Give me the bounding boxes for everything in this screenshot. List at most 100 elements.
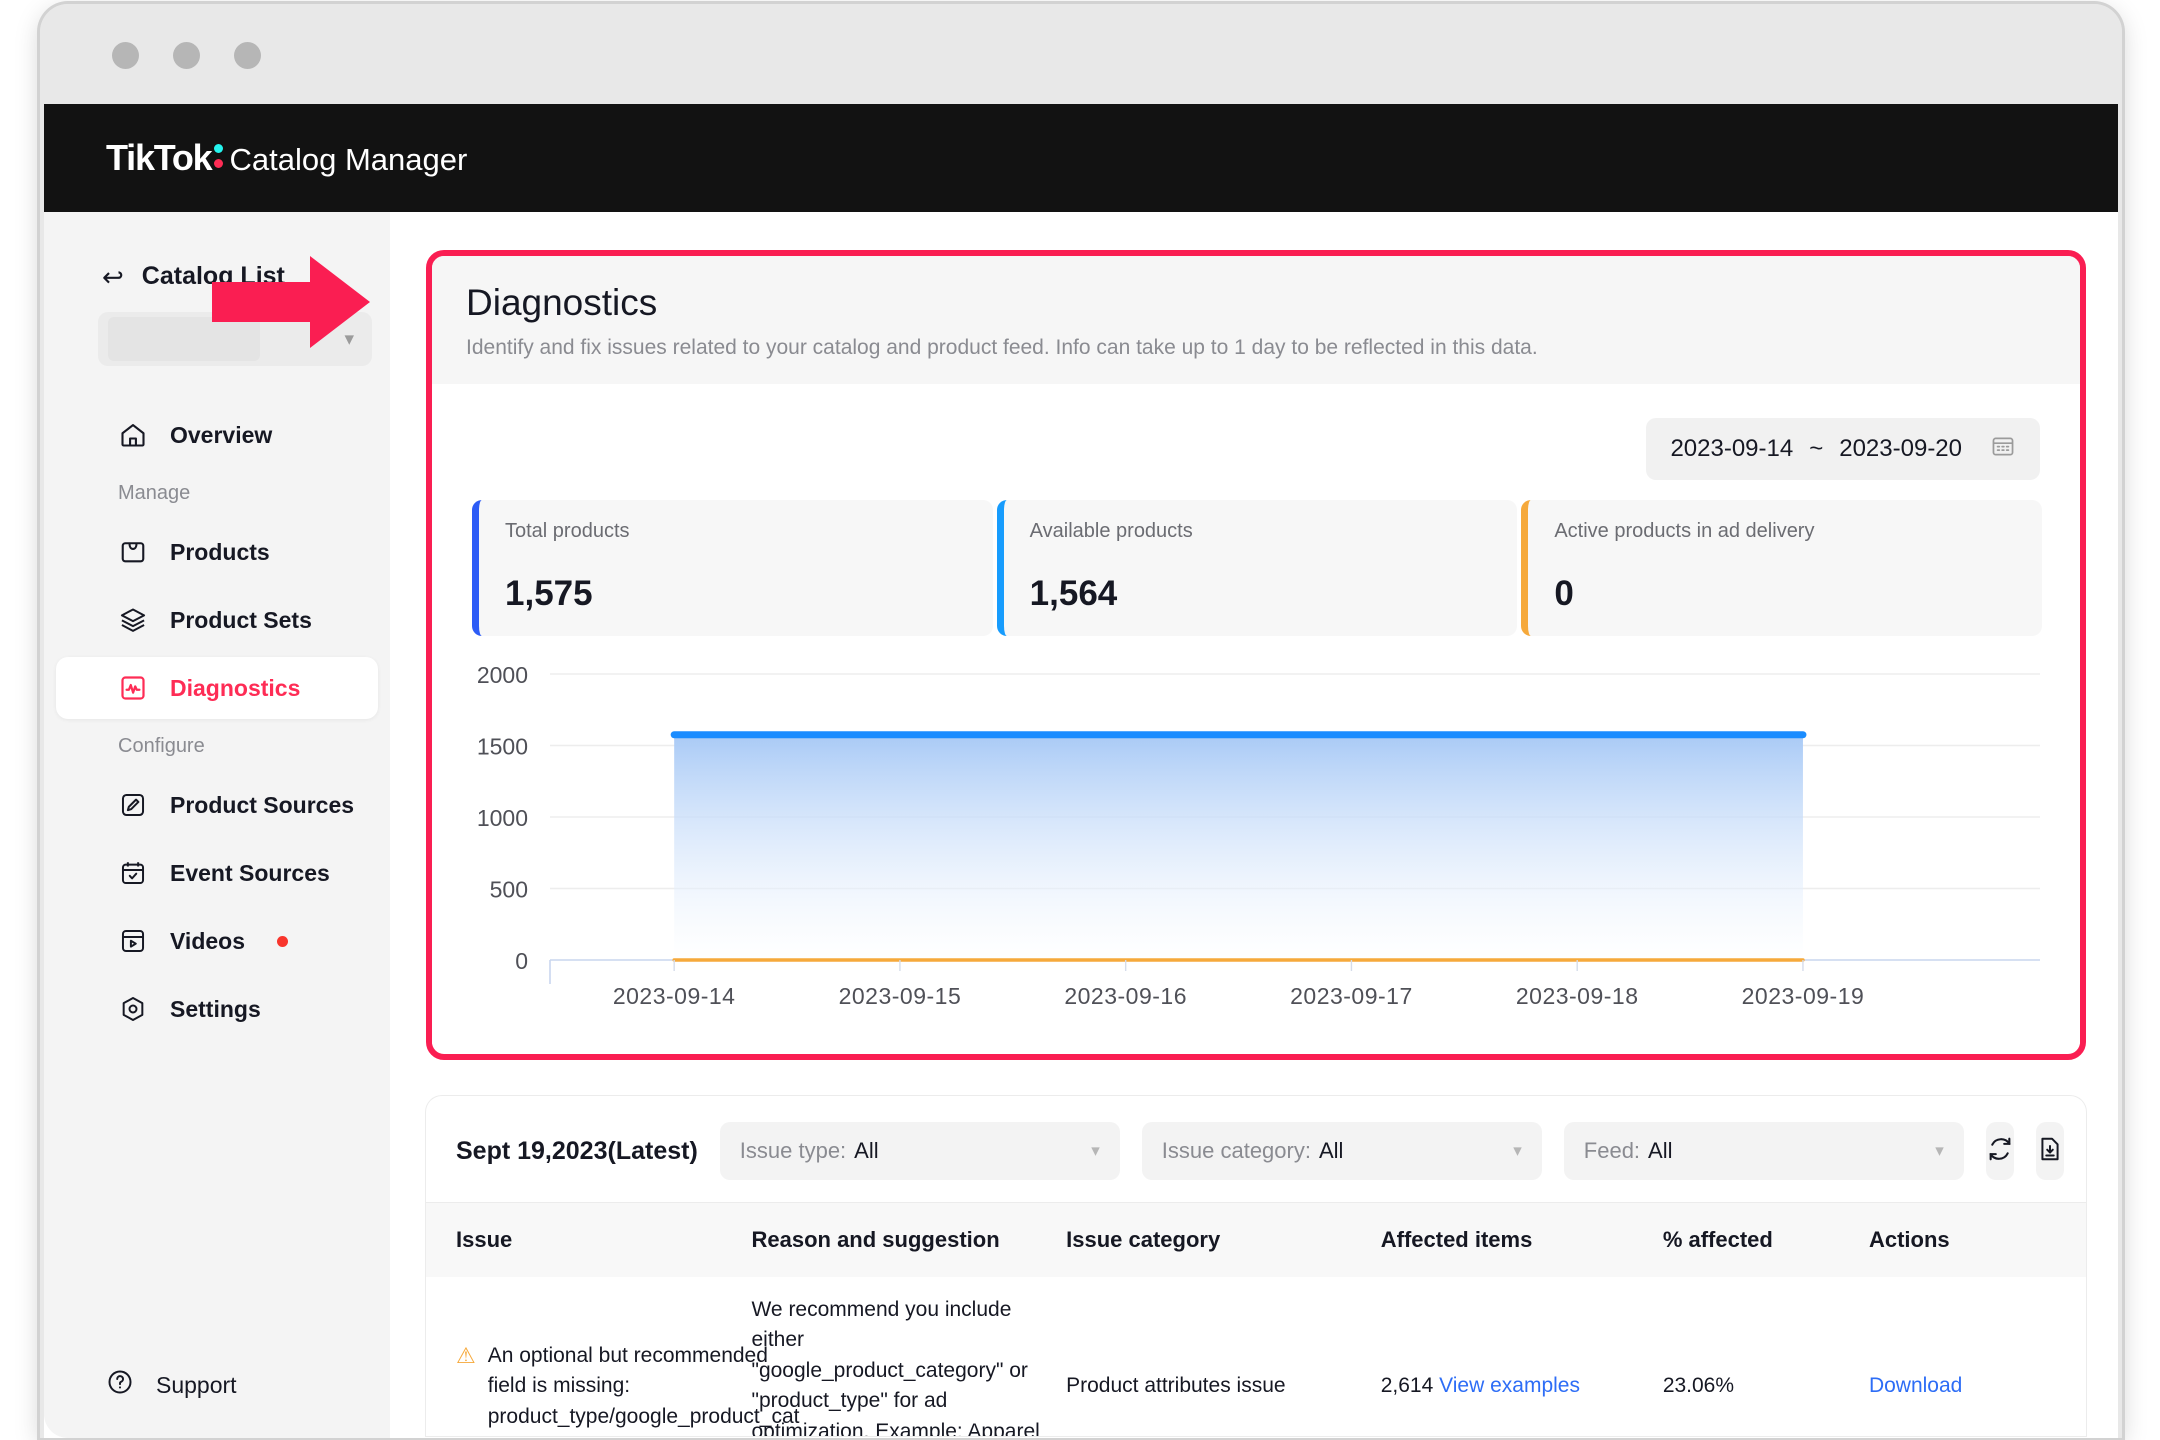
chart-svg: 0 500 1000 1500 2000 2023-09-14 2023-09-15 2023… bbox=[477, 662, 2040, 1009]
affected-items-count: 2,614 bbox=[1380, 1374, 1434, 1398]
column-header-affected-items: Affected items bbox=[1380, 1202, 1663, 1277]
x-axis-tick-label: 2023-09-17 bbox=[1290, 983, 1413, 1009]
cell-issue-category: Product attributes issue bbox=[1066, 1374, 1286, 1398]
cell-reason: We recommend you include either "google_… bbox=[751, 1298, 1040, 1436]
minimize-window-button[interactable] bbox=[173, 42, 200, 69]
sidebar-item-label: Product Sources bbox=[170, 791, 355, 818]
sidebar-item-diagnostics[interactable]: Diagnostics bbox=[56, 657, 378, 719]
pulse-icon bbox=[118, 673, 148, 703]
filter-label: Feed: bbox=[1583, 1138, 1641, 1163]
stat-card-value: 0 bbox=[1554, 574, 1574, 613]
issue-type-filter[interactable]: Issue type: All ▾ bbox=[719, 1122, 1120, 1180]
issue-category-filter[interactable]: Issue category: All ▾ bbox=[1141, 1122, 1542, 1180]
sidebar-item-label: Product Sets bbox=[170, 606, 312, 633]
maximize-window-button[interactable] bbox=[234, 42, 261, 69]
issues-table-section: Sept 19,2023(Latest) Issue type: All ▾ I… bbox=[426, 1096, 2086, 1436]
sidebar: ↩ Catalog List ▾ Overview Manage Product… bbox=[44, 212, 390, 1438]
app-name-label: Catalog Manager bbox=[229, 142, 468, 177]
catalog-selector-dropdown[interactable]: ▾ bbox=[98, 312, 372, 366]
app-body: ↩ Catalog List ▾ Overview Manage Product… bbox=[44, 212, 2118, 1438]
sidebar-item-label: Settings bbox=[170, 995, 261, 1022]
column-header-percent-affected: % affected bbox=[1662, 1202, 1869, 1277]
y-axis-tick-label: 0 bbox=[515, 948, 528, 974]
filter-label: Issue type: bbox=[739, 1138, 847, 1163]
sidebar-item-settings[interactable]: Settings bbox=[56, 978, 378, 1040]
products-over-time-chart: 0 500 1000 1500 2000 2023-09-14 2023-09-15 2023… bbox=[432, 660, 2080, 1030]
tiktok-colon-icon bbox=[212, 140, 226, 170]
sidebar-item-label: Event Sources bbox=[170, 859, 330, 886]
filter-value: All bbox=[1648, 1138, 1673, 1163]
export-button[interactable] bbox=[2035, 1122, 2064, 1180]
sidebar-item-overview[interactable]: Overview bbox=[56, 404, 378, 466]
video-icon bbox=[118, 926, 148, 956]
stat-card-value: 1,564 bbox=[1029, 574, 1118, 613]
filter-value: All bbox=[854, 1138, 879, 1163]
stat-card-active-products: Active products in ad delivery 0 bbox=[1521, 500, 2043, 636]
chevron-down-icon: ▾ bbox=[1513, 1141, 1522, 1160]
chevron-down-icon: ▾ bbox=[1935, 1141, 1944, 1160]
desktop-background: TikTok Catalog Manager ↩ Catalog List ▾ bbox=[0, 0, 2160, 1440]
refresh-icon bbox=[1986, 1135, 2014, 1168]
back-to-catalog-list[interactable]: ↩ Catalog List bbox=[102, 262, 285, 291]
stat-card-available-products: Available products 1,564 bbox=[996, 500, 1518, 636]
traffic-light-buttons bbox=[112, 42, 261, 69]
sidebar-item-product-sets[interactable]: Product Sets bbox=[56, 589, 378, 651]
panel-header: Diagnostics Identify and fix issues rela… bbox=[432, 256, 2080, 384]
latest-date-label: Sept 19,2023(Latest) bbox=[456, 1136, 698, 1165]
view-examples-link[interactable]: View examples bbox=[1439, 1374, 1580, 1397]
page-title: Diagnostics bbox=[466, 282, 658, 323]
date-range-start: 2023-09-14 bbox=[1670, 435, 1794, 462]
download-link[interactable]: Download bbox=[1869, 1374, 1962, 1397]
filter-value: All bbox=[1318, 1138, 1344, 1163]
stat-card-value: 1,575 bbox=[505, 574, 593, 613]
help-circle-icon bbox=[106, 1368, 134, 1402]
sidebar-group-manage: Manage bbox=[118, 482, 191, 504]
cell-actions: Download bbox=[1869, 1277, 2086, 1436]
date-range-separator: ~ bbox=[1809, 435, 1824, 462]
panel-body: 2023-09-14 ~ 2023-09-20 Total products 1… bbox=[432, 384, 2080, 1044]
column-header-actions: Actions bbox=[1868, 1202, 2086, 1277]
column-header-issue-category: Issue category bbox=[1066, 1202, 1381, 1277]
sidebar-item-support[interactable]: Support bbox=[44, 1368, 237, 1402]
sidebar-item-label: Products bbox=[170, 538, 270, 565]
chart-area-0 bbox=[674, 734, 1803, 960]
back-arrow-icon: ↩ bbox=[102, 261, 124, 292]
sidebar-item-product-sources[interactable]: Product Sources bbox=[56, 774, 378, 836]
bag-icon bbox=[118, 537, 148, 567]
x-axis-tick-label: 2023-09-15 bbox=[839, 983, 962, 1009]
cell-percent-affected: 23.06% bbox=[1662, 1374, 1735, 1398]
x-axis-tick-label: 2023-09-16 bbox=[1064, 983, 1187, 1009]
browser-window: TikTok Catalog Manager ↩ Catalog List ▾ bbox=[40, 4, 2122, 1438]
filter-label: Issue category: bbox=[1161, 1138, 1311, 1163]
column-header-issue: Issue bbox=[426, 1202, 752, 1277]
window-titlebar bbox=[40, 4, 2122, 104]
table-row: ⚠ An optional but recommended field is m… bbox=[426, 1277, 2086, 1436]
sidebar-item-label: Videos bbox=[170, 927, 245, 954]
refresh-button[interactable] bbox=[1985, 1122, 2014, 1180]
close-window-button[interactable] bbox=[112, 42, 139, 69]
date-range-picker[interactable]: 2023-09-14 ~ 2023-09-20 bbox=[1646, 418, 2040, 480]
gear-hex-icon bbox=[118, 994, 148, 1024]
x-axis-tick-label: 2023-09-18 bbox=[1516, 983, 1639, 1009]
stat-card-label: Available products bbox=[1029, 520, 1193, 542]
app-brand[interactable]: TikTok Catalog Manager bbox=[106, 137, 467, 179]
warning-icon: ⚠ bbox=[456, 1342, 476, 1368]
videos-new-badge-icon bbox=[277, 935, 288, 947]
pencil-square-icon bbox=[118, 790, 148, 820]
stat-card-label: Total products bbox=[505, 520, 630, 542]
y-axis-tick-label: 2000 bbox=[477, 662, 528, 688]
sidebar-item-products[interactable]: Products bbox=[56, 521, 378, 583]
stat-card-label: Active products in ad delivery bbox=[1554, 520, 1815, 542]
sidebar-item-event-sources[interactable]: Event Sources bbox=[56, 842, 378, 904]
feed-filter[interactable]: Feed: All ▾ bbox=[1563, 1122, 1964, 1180]
stat-card-total-products: Total products 1,575 bbox=[472, 500, 993, 636]
sidebar-item-label: Overview bbox=[170, 421, 273, 448]
support-label: Support bbox=[156, 1371, 237, 1398]
sidebar-item-videos[interactable]: Videos bbox=[56, 910, 378, 972]
x-axis-tick-label: 2023-09-14 bbox=[613, 983, 736, 1009]
sidebar-item-label: Diagnostics bbox=[170, 674, 301, 701]
catalog-list-label: Catalog List bbox=[141, 262, 285, 290]
sidebar-nav: Overview Manage Products Product Sets Di… bbox=[44, 398, 390, 1046]
chevron-down-icon: ▾ bbox=[344, 328, 354, 350]
date-range-end: 2023-09-20 bbox=[1839, 435, 1962, 462]
